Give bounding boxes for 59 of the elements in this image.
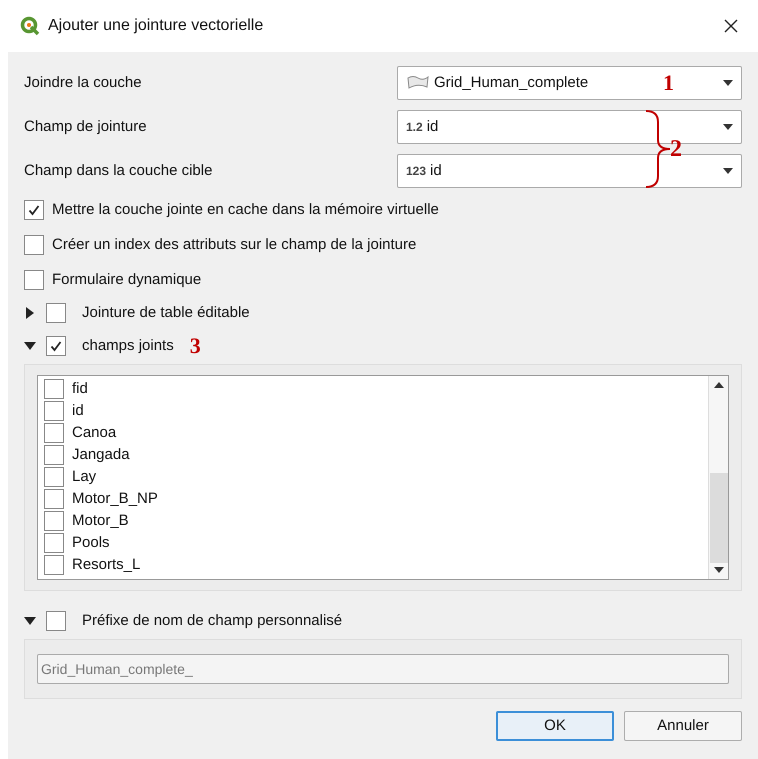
scroll-up-icon[interactable] bbox=[714, 382, 724, 388]
checkbox[interactable] bbox=[44, 555, 64, 575]
checkbox[interactable] bbox=[44, 445, 64, 465]
checkbox[interactable] bbox=[44, 533, 64, 553]
list-item-label[interactable]: Resorts_L bbox=[72, 556, 140, 574]
checkbox[interactable] bbox=[46, 303, 66, 323]
list-item-label[interactable]: Motor_B bbox=[72, 512, 129, 530]
checkbox[interactable] bbox=[44, 511, 64, 531]
checkbox[interactable] bbox=[46, 336, 66, 356]
group-label: Jointure de table éditable bbox=[82, 304, 250, 322]
list-item-label[interactable]: id bbox=[72, 402, 84, 420]
list-item-label[interactable]: Lay bbox=[72, 468, 96, 486]
window-title: Ajouter une jointure vectorielle bbox=[48, 17, 264, 35]
checkmark-icon bbox=[50, 340, 62, 352]
dropdown-value: Grid_Human_complete bbox=[434, 74, 588, 92]
collapse-arrow-icon[interactable] bbox=[24, 615, 36, 627]
caret-icon bbox=[723, 168, 733, 174]
field-label: Joindre la couche bbox=[24, 74, 143, 92]
caret-icon bbox=[723, 80, 733, 86]
checkbox[interactable] bbox=[44, 467, 64, 487]
list-item-label[interactable]: Pools bbox=[72, 534, 110, 552]
list-item-label[interactable]: fid bbox=[72, 380, 88, 398]
expand-arrow-icon[interactable] bbox=[24, 307, 36, 319]
polygon-layer-icon bbox=[406, 75, 430, 91]
scroll-down-icon[interactable] bbox=[714, 567, 724, 573]
close-icon[interactable] bbox=[724, 19, 738, 33]
checkbox[interactable] bbox=[24, 200, 44, 220]
dropdown[interactable]: Grid_Human_complete 1 bbox=[397, 66, 742, 100]
caret-icon bbox=[723, 124, 733, 130]
annotation-number: 3 bbox=[190, 338, 201, 354]
group-label: Préfixe de nom de champ personnalisé bbox=[82, 612, 342, 630]
checkbox[interactable] bbox=[44, 489, 64, 509]
scrollbar-thumb[interactable] bbox=[710, 473, 728, 563]
scrollbar[interactable] bbox=[708, 376, 728, 579]
checkbox[interactable] bbox=[46, 611, 66, 631]
checkbox[interactable] bbox=[44, 401, 64, 421]
list-item-label[interactable]: Jangada bbox=[72, 446, 130, 464]
field-type-label: 123 bbox=[406, 163, 426, 180]
field-type-label: 1.2 bbox=[406, 119, 423, 136]
checkbox[interactable] bbox=[24, 270, 44, 290]
collapse-arrow-icon[interactable] bbox=[24, 340, 36, 352]
checkbox-label: Créer un index des attributs sur le champ de la jointure bbox=[52, 236, 416, 254]
field-label: Champ dans la couche cible bbox=[24, 162, 214, 180]
annotation-number: 1 bbox=[663, 74, 674, 92]
checkbox[interactable] bbox=[44, 423, 64, 443]
checkbox-label: Formulaire dynamique bbox=[52, 271, 202, 289]
list-item-label[interactable]: Motor_B_NP bbox=[72, 490, 158, 508]
group-label: champs joints bbox=[82, 337, 174, 355]
dialog-button[interactable]: OK bbox=[496, 711, 614, 741]
field-label: Champ de jointure bbox=[24, 118, 148, 136]
checkmark-icon bbox=[28, 204, 40, 216]
checkbox[interactable] bbox=[44, 379, 64, 399]
dropdown-value: id bbox=[430, 162, 442, 180]
dropdown-value: id bbox=[426, 118, 438, 136]
dialog-button[interactable]: Annuler bbox=[624, 711, 742, 741]
checkbox-label: Mettre la couche jointe en cache dans la mémoire virtuelle bbox=[52, 201, 439, 219]
list-item-label[interactable]: Canoa bbox=[72, 424, 116, 442]
app-logo-icon bbox=[20, 16, 40, 36]
checkbox[interactable] bbox=[24, 235, 44, 255]
